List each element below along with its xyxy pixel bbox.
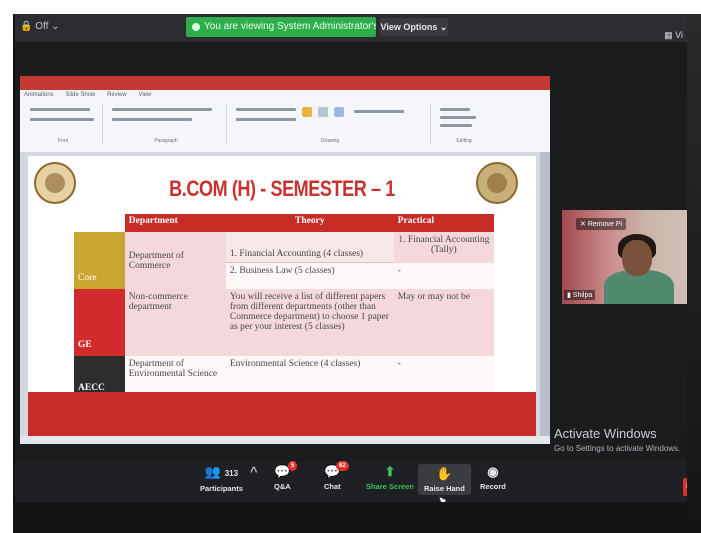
powerpoint-status-bar [20,436,550,444]
department-cell: Non-commerce department [124,289,226,356]
department-cell: Department of Commerce [124,232,226,289]
monitor-bottom-bezel [14,502,701,533]
theory-cell: 2. Business Law (5 classes) [225,262,394,289]
qa-label: Q&A [274,482,291,491]
ribbon-group-label: Font [57,138,68,144]
participant-name-tag: ▮ Shilpa [564,290,596,300]
remove-pin-label: Remove Pi [587,221,623,228]
theory-cell: You will receive a list of different pap… [225,289,394,356]
meeting-toolbar: 👥 313 Participants ^ 💬 5 Q&A 💬 62 Chat ⬆… [14,461,701,502]
participants-count: 313 [224,469,239,478]
ribbon-group-editing: Editing [434,104,494,144]
practical-cell: - [393,262,494,289]
ribbon-group-paragraph: Paragraph [106,104,227,144]
chat-badge: 62 [336,461,349,471]
ribbon-group-label: Paragraph [154,138,178,144]
record-label: Record [480,482,506,491]
photo-frame: 🔒 Off ⌄ You are viewing System Administr… [0,0,701,533]
ribbon-tabs: Animations Slide Show Review View [24,92,161,98]
participants-button[interactable]: 👥 313 Participants [200,464,243,493]
record-button[interactable]: ◉ Record [480,464,506,491]
people-icon: 👥 313 [204,464,239,479]
share-screen-icon: ⬆ [384,464,396,479]
meeting-top-bar: 🔒 Off ⌄ You are viewing System Administr… [14,14,701,42]
chat-button[interactable]: 💬 62 Chat [324,461,349,491]
lock-label: Off [35,21,49,32]
row-label-ge: GE [74,289,125,356]
ribbon-group-label: Drawing [320,138,340,144]
view-options-button[interactable]: View Options ⌄ [380,18,448,36]
lock-status[interactable]: 🔒 Off ⌄ [20,21,60,32]
chevron-up-icon: ^ [250,464,258,479]
column-header: Practical [393,214,494,232]
slide-title: B.COM (H) - SEMESTER – 1 [169,176,395,201]
ribbon-tab[interactable]: Slide Show [65,92,95,98]
row-label-core: Core [74,232,125,289]
share-indicator-icon [192,23,200,31]
slide-footer-band [28,392,536,436]
hand-icon: ✋ [436,466,453,481]
table-row: Core Department of Commerce 1. Financial… [74,232,494,289]
course-table: Department Theory Practical Core Departm… [74,214,494,420]
qa-badge: 5 [288,461,298,471]
slide-scrollbar[interactable] [540,152,550,444]
ribbon-tab[interactable]: Animations [24,92,54,98]
share-banner-text: You are viewing System Administrator's s… [204,21,376,32]
raise-hand-button[interactable]: ✋ Raise Hand [418,464,471,495]
monitor-screen: 🔒 Off ⌄ You are viewing System Administr… [14,14,701,533]
raise-hand-label: Raise Hand [424,484,465,493]
powerpoint-ribbon: Animations Slide Show Review View Font P… [20,90,550,153]
table-corner [74,214,125,232]
practical-cell: May or may not be [393,289,494,356]
activate-windows-subtitle: Go to Settings to activate Windows. [554,444,681,453]
slide-canvas: B.COM (H) - SEMESTER – 1 Department Theo… [20,152,550,444]
shared-screen: Animations Slide Show Review View Font P… [20,76,550,444]
view-toggle-label: Vi [675,30,683,40]
ribbon-tab[interactable]: Review [107,92,127,98]
column-header: Theory [225,214,394,232]
participants-menu-caret[interactable]: ^ [250,464,258,482]
record-icon: ◉ [487,464,499,479]
view-toggle[interactable]: ▦ Vi [664,30,683,41]
photo-border-line [13,14,15,533]
table-header-row: Department Theory Practical [74,214,494,232]
powerpoint-titlebar [20,76,550,90]
participant-name: Shilpa [572,292,593,299]
table-row: GE Non-commerce department You will rece… [74,289,494,356]
participants-label: Participants [200,484,243,493]
ribbon-group-font: Font [24,104,103,144]
share-screen-button[interactable]: ⬆ Share Screen [366,464,414,491]
theory-cell: 1. Financial Accounting (4 classes) [225,232,394,263]
chat-label: Chat [324,482,341,491]
column-header: Department [124,214,226,232]
screen-share-banner: You are viewing System Administrator's s… [186,17,376,37]
practical-cell: 1. Financial Accounting (Tally) [393,232,494,263]
monitor-right-bezel [687,14,701,533]
remove-pin-button[interactable]: ✕ Remove Pi [576,218,627,230]
activate-windows-title: Activate Windows [554,426,657,441]
ribbon-group-drawing: Drawing [230,104,431,144]
ribbon-tab[interactable]: View [138,92,151,98]
university-logo-icon [34,162,76,204]
ribbon-group-label: Editing [456,138,472,144]
participant-video[interactable]: ✕ Remove Pi ▮ Shilpa [562,210,701,304]
share-screen-label: Share Screen [366,482,414,491]
qa-button[interactable]: 💬 5 Q&A [274,461,298,491]
slide[interactable]: B.COM (H) - SEMESTER – 1 Department Theo… [28,156,536,436]
